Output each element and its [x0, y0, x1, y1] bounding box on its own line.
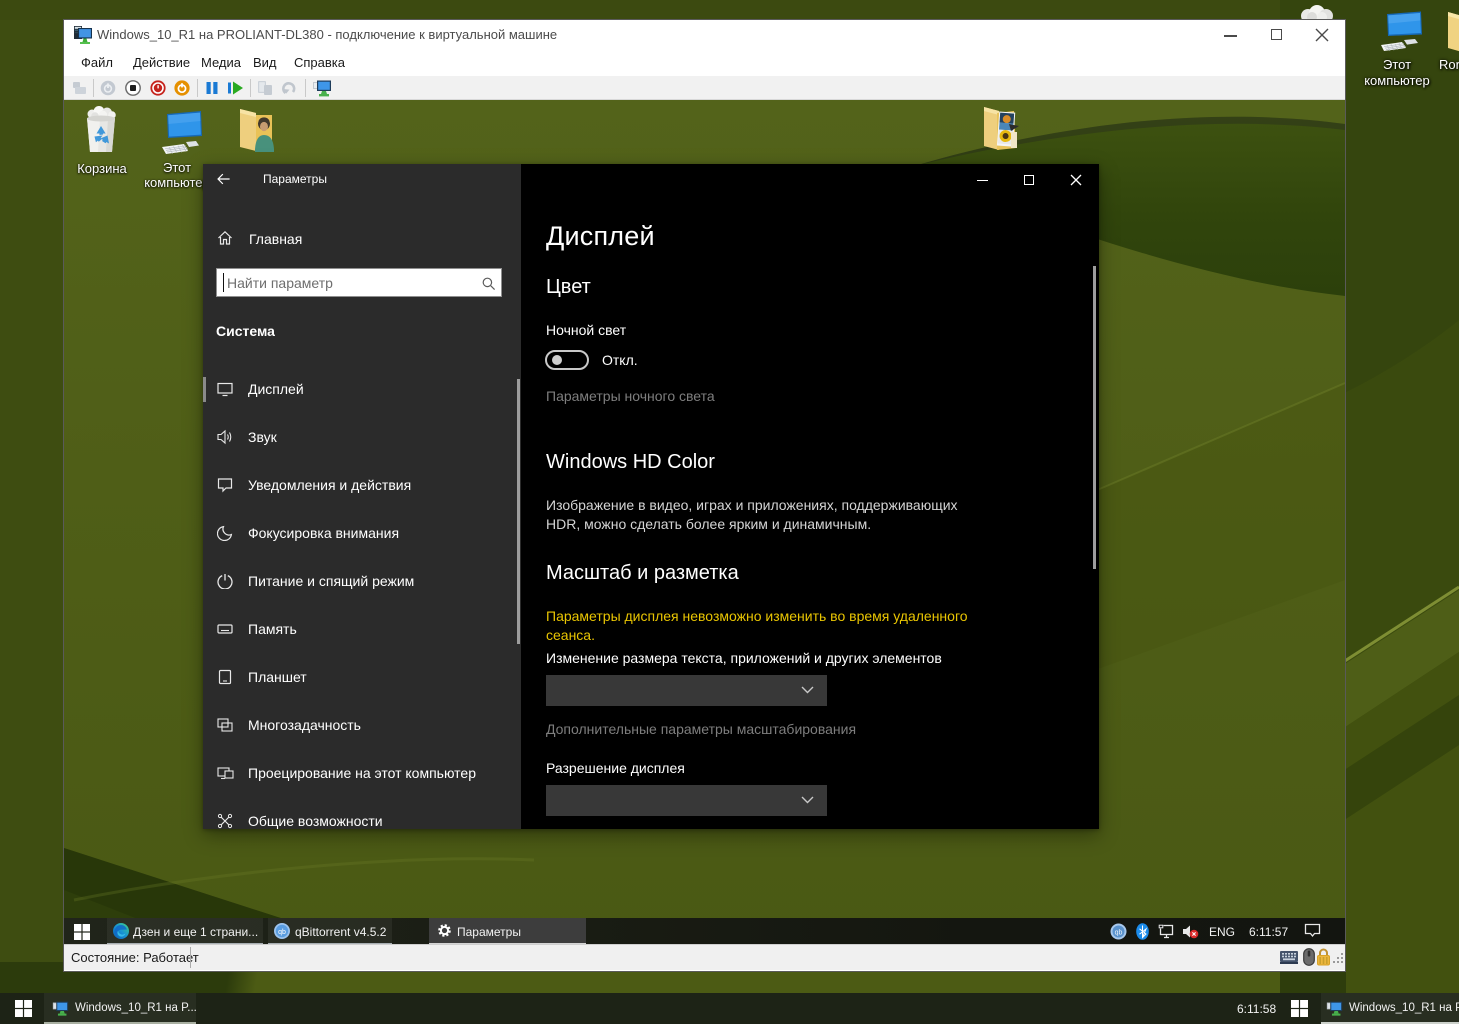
svg-text:qb: qb — [278, 929, 286, 936]
svg-text:qb: qb — [1115, 929, 1123, 936]
